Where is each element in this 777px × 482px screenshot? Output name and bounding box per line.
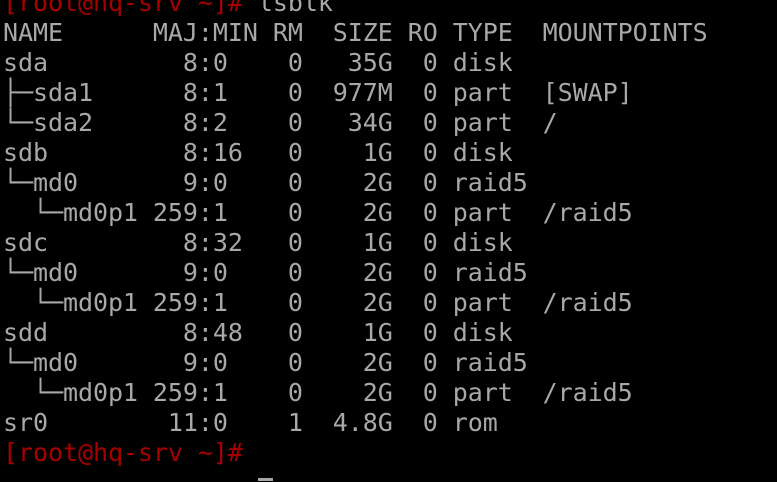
text-cursor [258, 478, 273, 481]
output-row: ├─sda1 8:1 0 977M 0 part [SWAP] [3, 78, 633, 107]
input-line[interactable]: [root@hq-srv ~]# [3, 438, 777, 468]
lsblk-header: NAME MAJ:MIN RM SIZE RO TYPE MOUNTPOINTS [3, 18, 708, 47]
shell-prompt: [root@hq-srv ~]# [3, 438, 243, 467]
output-row: sdb 8:16 0 1G 0 disk [3, 138, 513, 167]
output-row: └─md0p1 259:1 0 2G 0 part /raid5 [3, 198, 633, 227]
entered-command: lsblk [242, 0, 333, 17]
output-row: └─md0 9:0 0 2G 0 raid5 [3, 348, 528, 377]
output-row: └─md0 9:0 0 2G 0 raid5 [3, 168, 528, 197]
output-row: sda 8:0 0 35G 0 disk [3, 48, 513, 77]
output-row: └─md0p1 259:1 0 2G 0 part /raid5 [3, 288, 633, 317]
output-row: └─md0p1 259:1 0 2G 0 part /raid5 [3, 378, 633, 407]
output-row: └─md0 9:0 0 2G 0 raid5 [3, 258, 528, 287]
command-line: [root@hq-srv ~]# lsblk [3, 0, 777, 18]
output-row: sdc 8:32 0 1G 0 disk [3, 228, 513, 257]
shell-prompt: [root@hq-srv ~]# [3, 0, 243, 17]
output-row: sr0 11:0 1 4.8G 0 rom [3, 408, 498, 437]
terminal-window[interactable]: [root@hq-srv ~]# lsblk NAME MAJ:MIN RM S… [0, 0, 777, 482]
output-row: └─sda2 8:2 0 34G 0 part / [3, 108, 558, 137]
output-row: sdd 8:48 0 1G 0 disk [3, 318, 513, 347]
